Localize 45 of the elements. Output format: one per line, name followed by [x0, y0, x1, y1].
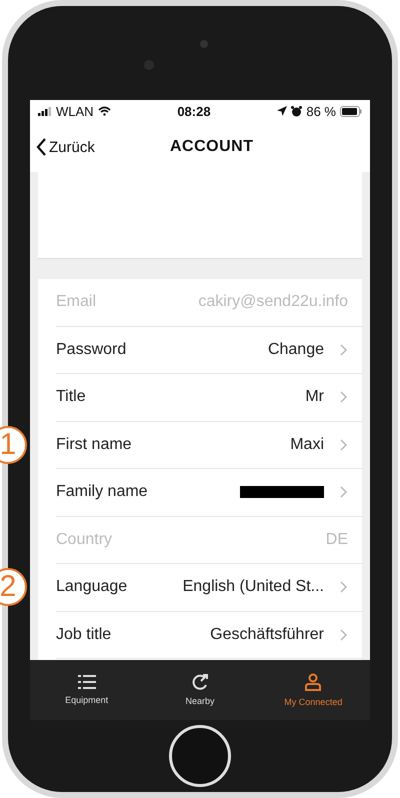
row-value: Change [268, 340, 324, 359]
row-label: Title [56, 388, 86, 406]
chevron-right-icon [340, 486, 348, 498]
chevron-right-icon [340, 628, 348, 641]
settings-row[interactable]: Job title Geschäftsführer [56, 612, 362, 659]
row-label: Language [56, 578, 128, 596]
settings-row[interactable]: Title Mr [56, 374, 362, 422]
person-icon [305, 673, 322, 691]
chevron-right-icon [340, 438, 348, 451]
row-label: Job title [56, 626, 112, 644]
row-value: Mr [305, 388, 324, 406]
page-title: ACCOUNT [170, 138, 254, 156]
clock-text: 08:28 [177, 104, 211, 118]
battery-icon [340, 106, 362, 116]
step-number-marker: 2 [0, 568, 27, 606]
row-value: Maxi [290, 436, 324, 454]
chevron-right-icon [340, 391, 348, 404]
battery-percent-text: 86 % [306, 104, 336, 118]
step-number-marker: 1 [0, 426, 27, 464]
back-button[interactable]: Zurück [30, 138, 101, 156]
chevron-left-icon [36, 138, 47, 156]
list-icon [78, 675, 96, 689]
tab-button[interactable]: Equipment [30, 660, 144, 720]
row-value: cakiry@send22u.info [198, 293, 348, 312]
chevron-right-icon [340, 581, 348, 594]
chevron-right-icon [340, 344, 348, 356]
speaker-dot [200, 40, 208, 48]
carrier-text: WLAN [56, 104, 94, 118]
alarm-clock-icon [291, 106, 302, 116]
row-value: English (United St... [182, 578, 324, 596]
row-label: First name [56, 436, 132, 454]
row-value: DE [326, 530, 348, 549]
tab-button[interactable]: Nearby [143, 660, 257, 720]
settings-row[interactable]: Family name [56, 469, 362, 516]
row-label: Family name [56, 483, 148, 502]
location-arrow-icon [277, 106, 288, 116]
wifi-icon [98, 106, 111, 116]
row-label: Password [56, 340, 126, 359]
circular-arrow-icon [192, 674, 208, 690]
row-label: Email [56, 293, 96, 312]
row-label: Country [56, 530, 112, 549]
settings-row[interactable]: Password Change [56, 326, 362, 374]
row-value: Geschäftsführer [210, 626, 324, 644]
signal-icon [38, 106, 52, 116]
tab-button[interactable]: My Connected [256, 660, 370, 720]
